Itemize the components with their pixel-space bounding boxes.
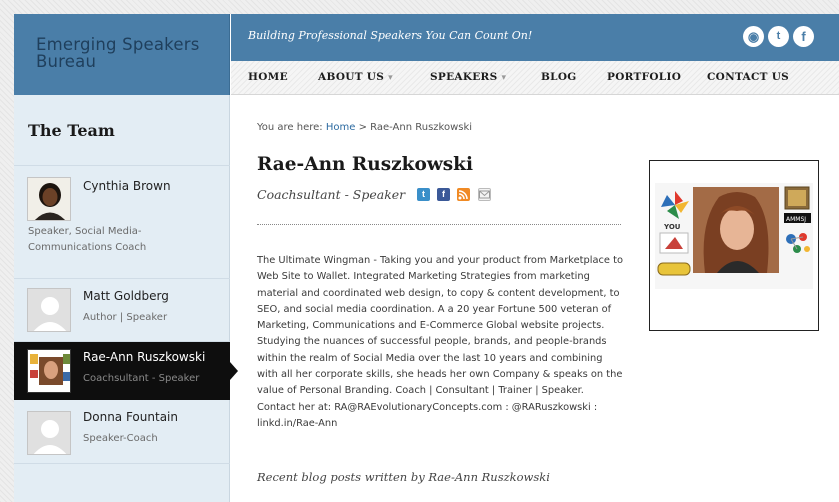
sidebar-title: The Team bbox=[28, 121, 115, 140]
nav-home[interactable]: HOME bbox=[248, 71, 288, 83]
facebook-icon[interactable]: f bbox=[793, 26, 814, 47]
team-member-donna-fountain[interactable]: Donna Fountain Speaker-Coach bbox=[14, 400, 230, 462]
breadcrumb: You are here: Home > Rae-Ann Ruszkowski bbox=[257, 122, 472, 133]
rss-icon[interactable]: ◉ bbox=[743, 26, 764, 47]
nav-about-us-label: ABOUT US bbox=[318, 71, 385, 83]
avatar-placeholder-icon bbox=[27, 411, 71, 455]
breadcrumb-current: Rae-Ann Ruszkowski bbox=[370, 122, 473, 133]
team-member-name: Rae-Ann Ruszkowski bbox=[83, 350, 206, 364]
twitter-icon[interactable]: t bbox=[417, 188, 430, 201]
team-member-rae-ann-ruszkowski[interactable]: Rae-Ann Ruszkowski Coachsultant - Speake… bbox=[14, 342, 238, 400]
breadcrumb-prefix: You are here: bbox=[257, 122, 326, 133]
team-member-role: Coachsultant - Speaker bbox=[83, 373, 200, 384]
team-member-role: Author | Speaker bbox=[83, 312, 168, 323]
speaker-photo-collage: YOU AMMSJ bbox=[655, 183, 813, 289]
team-member-name: Cynthia Brown bbox=[83, 179, 171, 193]
avatar bbox=[27, 177, 71, 221]
nav-blog[interactable]: BLOG bbox=[541, 71, 577, 83]
team-member-role: Speaker-Coach bbox=[83, 433, 158, 444]
rss-icon[interactable] bbox=[457, 188, 470, 201]
page-subtitle: Coachsultant - Speaker bbox=[257, 187, 406, 202]
main-nav: HOME ABOUT US ▾ SPEAKERS ▾ BLOG PORTFOLI… bbox=[231, 61, 839, 95]
svg-text:AMMSJ: AMMSJ bbox=[786, 216, 806, 223]
breadcrumb-separator: > bbox=[355, 122, 371, 133]
svg-text:YOU: YOU bbox=[663, 223, 681, 231]
email-icon[interactable] bbox=[478, 188, 491, 201]
recent-posts-heading: Recent blog posts written by Rae-Ann Rus… bbox=[257, 470, 550, 484]
page: Emerging Speakers Bureau Building Profes… bbox=[14, 14, 839, 502]
chevron-down-icon: ▾ bbox=[501, 73, 507, 83]
nav-portfolio[interactable]: PORTFOLIO bbox=[607, 71, 681, 83]
facebook-icon[interactable]: f bbox=[437, 188, 450, 201]
logo-text[interactable]: Emerging Speakers Bureau bbox=[36, 36, 221, 70]
divider bbox=[257, 224, 621, 225]
page-title: Rae-Ann Ruszkowski bbox=[257, 154, 474, 175]
site-tagline: Building Professional Speakers You Can C… bbox=[248, 29, 533, 42]
header-bar: Building Professional Speakers You Can C… bbox=[231, 14, 839, 61]
nav-speakers-label: SPEAKERS bbox=[430, 71, 498, 83]
speaker-photo[interactable]: YOU AMMSJ bbox=[649, 160, 819, 331]
speaker-bio: The Ultimate Wingman - Taking you and yo… bbox=[257, 255, 624, 429]
sidebar: The Team Cynthia Brown Speaker, Social M… bbox=[14, 95, 238, 502]
nav-blog-label: BLOG bbox=[541, 71, 577, 83]
nav-portfolio-label: PORTFOLIO bbox=[607, 71, 682, 83]
team-member-name: Donna Fountain bbox=[83, 410, 178, 424]
nav-contact-us[interactable]: CONTACT US bbox=[707, 71, 789, 83]
site-logo[interactable]: Emerging Speakers Bureau bbox=[14, 14, 230, 95]
avatar bbox=[27, 349, 71, 393]
team-member-matt-goldberg[interactable]: Matt Goldberg Author | Speaker bbox=[14, 279, 230, 341]
breadcrumb-home-link[interactable]: Home bbox=[326, 122, 356, 133]
nav-home-label: HOME bbox=[248, 71, 288, 83]
chevron-down-icon: ▾ bbox=[388, 73, 393, 83]
team-member-role: Speaker, Social Media-Communications Coa… bbox=[28, 226, 147, 253]
nav-about-us[interactable]: ABOUT US ▾ bbox=[318, 71, 393, 83]
avatar-placeholder-icon bbox=[27, 288, 71, 332]
twitter-icon[interactable]: t bbox=[768, 26, 789, 47]
nav-speakers[interactable]: SPEAKERS ▾ bbox=[430, 71, 506, 83]
divider bbox=[14, 463, 230, 464]
team-member-cynthia-brown[interactable]: Cynthia Brown Speaker, Social Media-Comm… bbox=[14, 166, 230, 278]
nav-contact-us-label: CONTACT US bbox=[707, 71, 790, 83]
team-member-name: Matt Goldberg bbox=[83, 289, 169, 303]
